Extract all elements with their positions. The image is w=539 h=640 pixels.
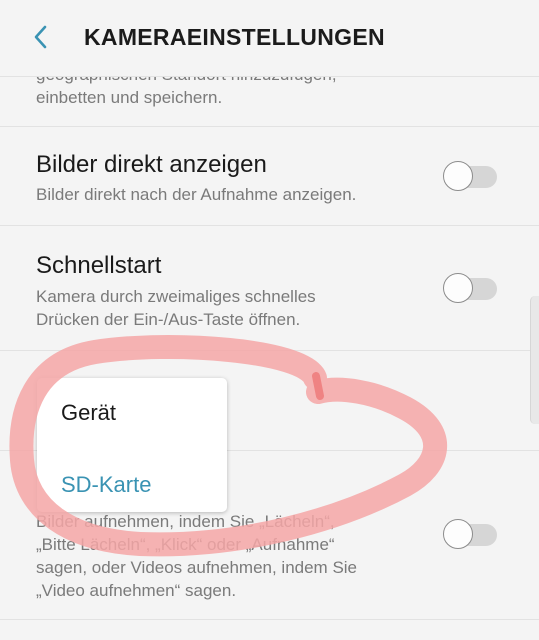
setting-description: Bilder aufnehmen, indem Sie „Lächeln“, bbox=[36, 512, 335, 531]
setting-description: einbetten und speichern. bbox=[36, 88, 223, 107]
toggle-thumb bbox=[443, 273, 473, 303]
setting-description: sagen, oder Videos aufnehmen, indem Sie bbox=[36, 558, 358, 577]
setting-description: Bilder direkt nach der Aufnahme anzeigen… bbox=[36, 185, 357, 204]
setting-description: „Bitte Lächeln“, „Klick“ oder „Aufnahme“ bbox=[36, 535, 335, 554]
setting-quick-launch[interactable]: Schnellstart Kamera durch zweimaliges sc… bbox=[0, 226, 539, 351]
setting-title: Schnellstart bbox=[36, 252, 162, 279]
page-title: KAMERAEINSTELLUNGEN bbox=[84, 24, 385, 50]
toggle-thumb bbox=[443, 161, 473, 191]
toggle-thumb bbox=[443, 519, 473, 549]
storage-location-popup: Gerät SD-Karte bbox=[37, 378, 227, 512]
voice-control-toggle[interactable] bbox=[443, 519, 498, 551]
storage-option-device[interactable]: Gerät bbox=[61, 400, 116, 426]
setting-title: Bilder direkt anzeigen bbox=[36, 151, 267, 178]
setting-description: „Video aufnehmen“ sagen. bbox=[36, 581, 237, 600]
quick-launch-toggle[interactable] bbox=[443, 273, 498, 305]
app-header: KAMERAEINSTELLUNGEN bbox=[0, 0, 539, 77]
setting-description: Drücken der Ein-/Aus-Taste öffnen. bbox=[36, 310, 301, 329]
review-pictures-toggle[interactable] bbox=[443, 161, 498, 193]
setting-review-pictures[interactable]: Bilder direkt anzeigen Bilder direkt nac… bbox=[0, 127, 539, 226]
setting-description: Kamera durch zweimaliges schnelles bbox=[36, 287, 316, 306]
scroll-indicator[interactable] bbox=[530, 296, 539, 424]
back-arrow-icon[interactable] bbox=[26, 22, 56, 52]
storage-option-sd-card[interactable]: SD-Karte bbox=[61, 472, 151, 498]
